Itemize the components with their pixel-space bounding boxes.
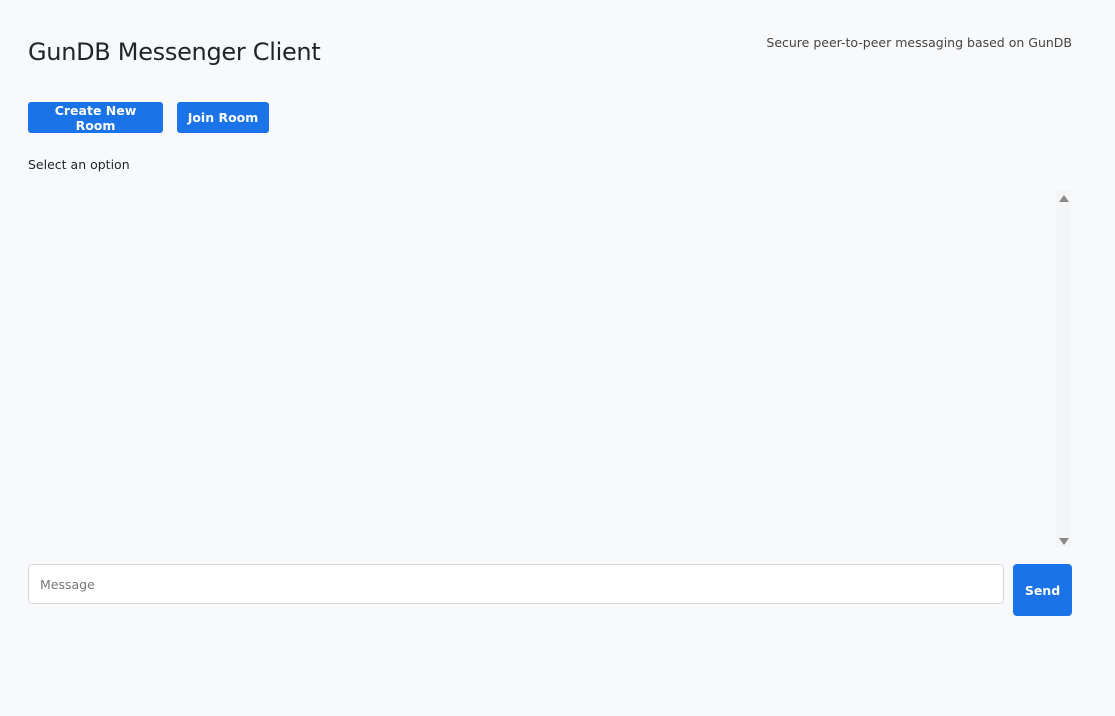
scroll-up-arrow-icon[interactable] [1059,195,1069,202]
scrollbar[interactable] [1056,190,1071,548]
scroll-down-arrow-icon[interactable] [1059,538,1069,545]
join-room-button[interactable]: Join Room [177,102,269,133]
create-room-button[interactable]: Create New Room [28,102,163,133]
message-list [28,190,1071,548]
message-input[interactable] [28,564,1004,604]
status-text: Select an option [28,157,130,172]
page-title: GunDB Messenger Client [28,38,321,66]
send-button[interactable]: Send [1013,564,1072,616]
tagline: Secure peer-to-peer messaging based on G… [766,35,1072,50]
